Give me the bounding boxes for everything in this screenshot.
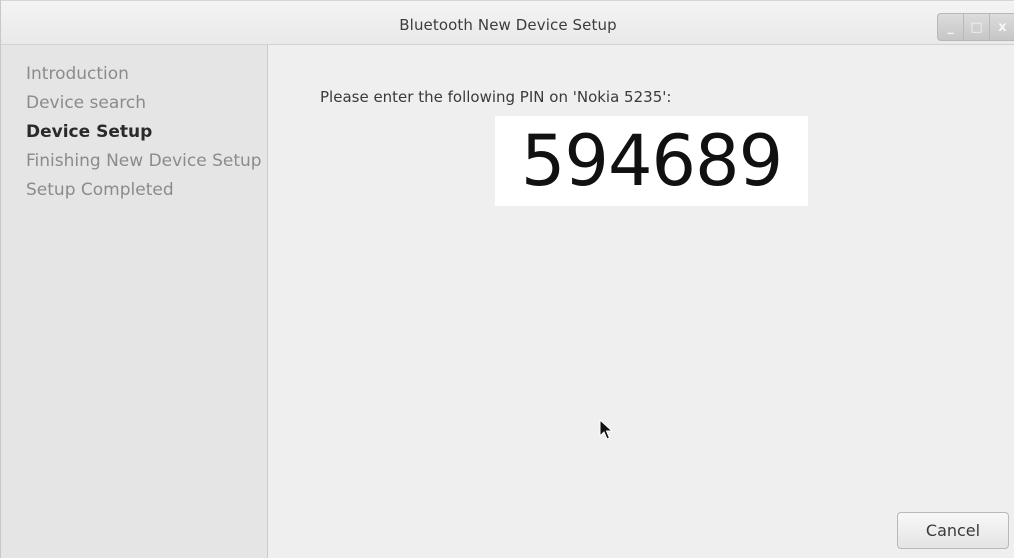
step-setup-completed: Setup Completed xyxy=(26,180,174,200)
setup-window: Bluetooth New Device Setup _ □ x Introdu… xyxy=(0,0,1014,558)
mouse-pointer-icon xyxy=(599,419,613,440)
maximize-button[interactable]: □ xyxy=(963,13,989,41)
pin-code: 594689 xyxy=(520,120,783,202)
step-device-search: Device search xyxy=(26,93,147,113)
cancel-button[interactable]: Cancel xyxy=(897,512,1009,549)
pin-display: 594689 xyxy=(495,116,808,206)
pin-prompt: Please enter the following PIN on 'Nokia… xyxy=(320,88,672,106)
window-controls: _ □ x xyxy=(937,13,1014,41)
minimize-button[interactable]: _ xyxy=(937,13,963,41)
window-title: Bluetooth New Device Setup xyxy=(399,16,617,34)
title-bar[interactable]: Bluetooth New Device Setup _ □ x xyxy=(1,0,1014,45)
steps-sidebar: Introduction Device search Device Setup … xyxy=(1,45,268,558)
step-device-setup: Device Setup xyxy=(26,122,153,142)
step-finishing-setup: Finishing New Device Setup xyxy=(26,151,262,171)
step-introduction: Introduction xyxy=(26,64,129,84)
close-button[interactable]: x xyxy=(989,13,1014,41)
